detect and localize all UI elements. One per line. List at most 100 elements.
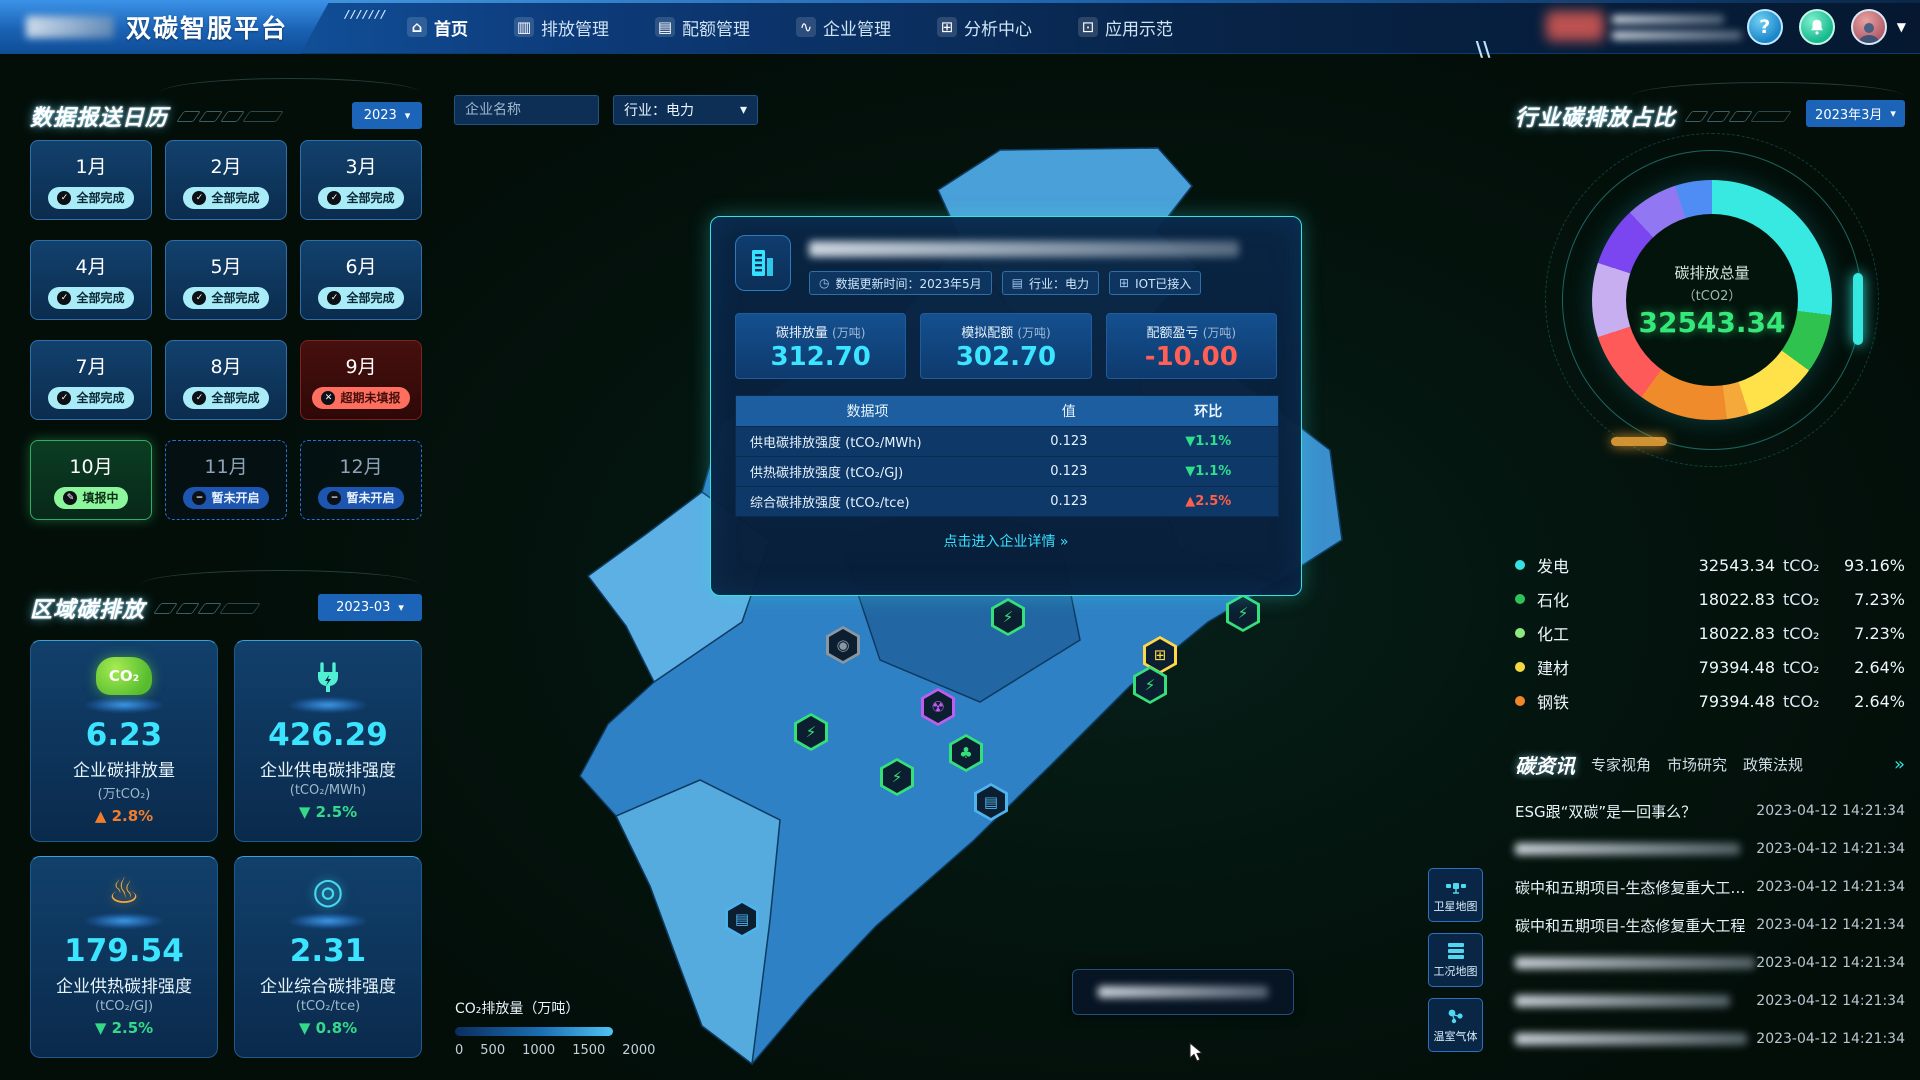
tab-expert-view[interactable]: 专家视角 [1591,754,1651,775]
news-timestamp: 2023-04-12 14:21:34 [1756,841,1905,857]
satellite-map-button[interactable]: 卫星地图 [1428,868,1483,922]
chevron-down-icon[interactable]: ▼ [1897,20,1906,34]
month-label: 6月 [345,252,376,279]
row-trend: ▲2.5% [1139,494,1278,509]
map-button-label: 工况地图 [1434,963,1478,979]
news-item[interactable]: 2023-04-12 14:21:34 [1515,982,1905,1020]
news-item[interactable]: 2023-04-12 14:21:34 [1515,1020,1905,1058]
month-card-may[interactable]: 5月✓全部完成 [165,240,287,320]
calendar-year-value: 2023 [364,108,397,123]
news-item[interactable]: 2023-04-12 14:21:34 [1515,944,1905,982]
stat-balance: 配额盈亏 (万吨) -10.00 [1106,313,1277,379]
month-card-aug[interactable]: 8月✓全部完成 [165,340,287,420]
logo-zone: 双碳智服平台 [0,0,330,54]
nav-item-quota[interactable]: ▤ 配额管理 [655,15,750,40]
nav-item-enterprise[interactable]: ∿ 企业管理 [796,15,891,40]
metric-card-comprehensive[interactable]: ◎ 2.31 企业综合碳排强度 (tCO₂/tce) ▼ 0.8% [234,856,422,1058]
industry-filter-value: 行业：电力 [624,100,694,120]
column-header: 值 [999,401,1138,421]
industry-donut[interactable]: 碳排放总量 （tCO2） 32543.34 [1592,180,1832,420]
status-text: 全部完成 [76,289,124,306]
status-badge: ✓全部完成 [183,187,268,209]
nav-item-demo[interactable]: ⊡ 应用示范 [1078,15,1173,40]
check-icon: ✓ [192,391,206,405]
satellite-icon [1446,877,1466,895]
map-legend-gradient [455,1027,613,1036]
title-decoration [1688,111,1788,122]
news-timestamp: 2023-04-12 14:21:34 [1756,1031,1905,1047]
month-card-nov[interactable]: 11月−暂未开启 [165,440,287,520]
nav-item-emission[interactable]: ▥ 排放管理 [514,15,609,40]
metric-card-heat[interactable]: ♨ 179.54 企业供热碳排强度 (tCO₂/GJ) ▼ 2.5% [30,856,218,1058]
metric-card-emission[interactable]: CO₂ 6.23 企业碳排放量 (万tCO₂) ▲ 2.8% [30,640,218,842]
nav-item-home[interactable]: ⌂ 首页 [407,15,468,40]
status-badge: ✕超期未填报 [312,387,409,409]
legend-row[interactable]: 石化 18022.83 tCO₂ 7.23% [1515,582,1905,616]
marker-glyph-icon: ⚡ [1136,669,1164,701]
status-badge: ✓全部完成 [318,287,403,309]
help-button[interactable]: ? [1747,9,1783,45]
chevron-down-icon: ▾ [740,102,747,118]
heat-icon: ♨ [108,869,140,915]
legend-name: 钢铁 [1537,689,1627,713]
check-icon: ✓ [327,191,341,205]
legend-dot [1515,628,1525,638]
legend-dot [1515,560,1525,570]
pedestal-glow [289,913,367,929]
iot-tag: ⊞IOT已接入 [1109,271,1201,295]
calendar-year-select[interactable]: 2023▾ [352,102,422,129]
industry-period-value: 2023年3月 [1815,104,1882,123]
industry-period-select[interactable]: 2023年3月▾ [1806,100,1905,127]
legend-percent: 7.23% [1827,624,1905,643]
legend-row[interactable]: 钢铁 79394.48 tCO₂ 2.64% [1515,684,1905,718]
news-item[interactable]: 碳中和五期项目-生态修复重大工程 2023-04-12 14:21:34 [1515,906,1905,944]
map-layer-buttons: 卫星地图 工况地图 温室气体 [1428,868,1483,1052]
stat-quota: 模拟配额 (万吨) 302.70 [920,313,1091,379]
metric-card-power[interactable]: 426.29 企业供电碳排强度 (tCO₂/MWh) ▼ 2.5% [234,640,422,842]
nav-item-analysis[interactable]: ⊞ 分析中心 [937,15,1032,40]
condition-map-button[interactable]: 工况地图 [1428,933,1483,987]
month-card-jun[interactable]: 6月 ✓全部完成 [300,240,422,320]
month-card-apr[interactable]: 4月✓全部完成 [30,240,152,320]
nav-item-label: 分析中心 [964,15,1032,40]
legend-row[interactable]: 发电 32543.34 tCO₂ 93.16% [1515,548,1905,582]
home-icon: ⌂ [407,17,427,37]
news-item[interactable]: ESG跟“双碳”是一回事么？ 2023-04-12 14:21:34 [1515,792,1905,830]
month-card-oct[interactable]: 10月✎填报中 [30,440,152,520]
enterprise-detail-link[interactable]: 点击进入企业详情 » [735,531,1277,551]
news-item[interactable]: 碳中和五期项目-生态修复重大工程... 2023-04-12 14:21:34 [1515,868,1905,906]
legend-row[interactable]: 建材 79394.48 tCO₂ 2.64% [1515,650,1905,684]
news-title-text[interactable]: 碳中和五期项目-生态修复重大工程 [1515,915,1753,936]
user-avatar[interactable] [1851,9,1887,45]
glow-decoration [1853,273,1863,345]
legend-name: 化工 [1537,621,1627,645]
more-arrow-icon[interactable]: » [1894,754,1905,775]
calendar-panel-title: 数据报送日历 [30,100,168,132]
news-item[interactable]: 2023-04-12 14:21:34 [1515,830,1905,868]
status-text: 全部完成 [211,289,259,306]
notification-button[interactable] [1799,9,1835,45]
month-card-jul[interactable]: 7月✓全部完成 [30,340,152,420]
tab-market-research[interactable]: 市场研究 [1667,754,1727,775]
bell-icon [1808,18,1826,36]
tag-text: 行业：电力 [1029,275,1089,292]
region-period-select[interactable]: 2023-03▾ [318,594,422,621]
greenhouse-gas-button[interactable]: 温室气体 [1428,998,1483,1052]
month-card-sep[interactable]: 9月 ✕超期未填报 [300,340,422,420]
month-card-jan[interactable]: 1月✓全部完成 [30,140,152,220]
month-card-feb[interactable]: 2月✓全部完成 [165,140,287,220]
month-label: 12月 [339,452,382,479]
news-title-text[interactable]: ESG跟“双碳”是一回事么？ [1515,801,1753,822]
legend-dot [1515,696,1525,706]
row-name: 供热碳排放强度 (tCO₂/GJ) [736,462,999,481]
month-card-dec[interactable]: 12月−暂未开启 [300,440,422,520]
legend-value: 79394.48 [1627,692,1775,711]
marker-glyph-icon: ◉ [829,629,857,661]
month-label: 9月 [345,352,376,379]
tab-policy[interactable]: 政策法规 [1743,754,1803,775]
row-name: 供电碳排放强度 (tCO₂/MWh) [736,432,999,451]
co2-cloud-icon: CO₂ [96,653,152,699]
month-card-mar[interactable]: 3月✓全部完成 [300,140,422,220]
legend-row[interactable]: 化工 18022.83 tCO₂ 7.23% [1515,616,1905,650]
news-title-text[interactable]: 碳中和五期项目-生态修复重大工程... [1515,877,1753,898]
